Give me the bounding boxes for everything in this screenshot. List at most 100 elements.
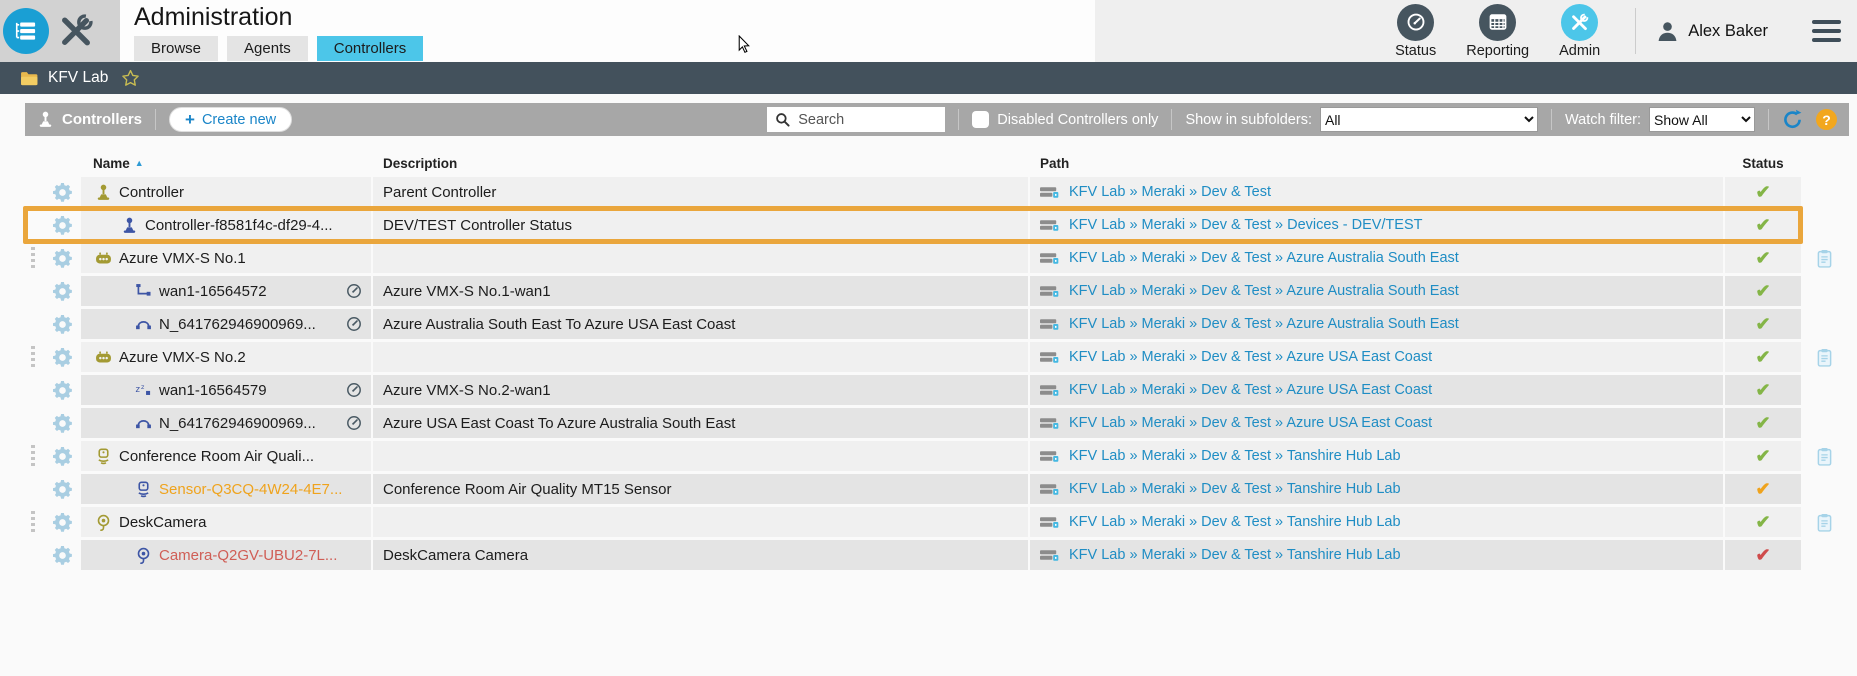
table-row: Azure VMX-S No.1 KFV Lab » Meraki » Dev &… bbox=[25, 243, 1847, 273]
gear-icon[interactable] bbox=[53, 414, 72, 433]
device-icon bbox=[1040, 252, 1061, 265]
path-link[interactable]: KFV Lab » Meraki » Dev & Test » Azure US… bbox=[1069, 382, 1432, 398]
clipboard-icon[interactable] bbox=[1816, 249, 1833, 268]
gear-icon[interactable] bbox=[53, 315, 72, 334]
table-row: Azure VMX-S No.2 KFV Lab » Meraki » Dev &… bbox=[25, 342, 1847, 372]
nav-reporting-label: Reporting bbox=[1466, 42, 1530, 59]
path-link[interactable]: KFV Lab » Meraki » Dev & Test » Tanshire… bbox=[1069, 448, 1401, 464]
column-header-name[interactable]: Name bbox=[93, 156, 130, 171]
clipboard-icon[interactable] bbox=[1816, 513, 1833, 532]
path-cell: KFV Lab » Meraki » Dev & Test » Azure US… bbox=[1030, 342, 1723, 372]
path-link[interactable]: KFV Lab » Meraki » Dev & Test » Tanshire… bbox=[1069, 547, 1401, 563]
gear-cell bbox=[43, 474, 81, 504]
controller-name[interactable]: Camera-Q2GV-UBU2-7L... bbox=[159, 547, 337, 564]
description-cell: Conference Room Air Quality MT15 Sensor bbox=[373, 474, 1028, 504]
column-header-path[interactable]: Path bbox=[1030, 156, 1723, 171]
status-cell: ✔ bbox=[1725, 474, 1801, 504]
nav-reporting[interactable]: Reporting bbox=[1466, 3, 1530, 59]
search-input[interactable] bbox=[796, 110, 938, 129]
logo-block bbox=[0, 0, 120, 62]
path-cell: KFV Lab » Meraki » Dev & Test » Tanshire… bbox=[1030, 507, 1723, 537]
expander-cell bbox=[25, 210, 43, 240]
user-menu[interactable]: Alex Baker bbox=[1656, 20, 1768, 43]
app-logo[interactable] bbox=[3, 8, 49, 54]
hamburger-menu-icon[interactable] bbox=[1812, 19, 1841, 43]
path-link[interactable]: KFV Lab » Meraki » Dev & Test » Tanshire… bbox=[1069, 481, 1401, 497]
gear-icon[interactable] bbox=[53, 183, 72, 202]
clipboard-icon[interactable] bbox=[1816, 447, 1833, 466]
tab-agents[interactable]: Agents bbox=[227, 36, 308, 61]
disabled-controllers-checkbox[interactable] bbox=[972, 111, 990, 128]
gear-icon[interactable] bbox=[53, 249, 72, 268]
controller-name[interactable]: DeskCamera bbox=[119, 514, 207, 531]
controller-name[interactable]: Controller bbox=[119, 184, 184, 201]
description-text: Azure VMX-S No.2-wan1 bbox=[383, 381, 551, 399]
expander-cell bbox=[25, 309, 43, 339]
wan-icon bbox=[135, 283, 152, 300]
create-new-button[interactable]: + Create new bbox=[169, 107, 293, 132]
nav-admin[interactable]: Admin bbox=[1559, 3, 1600, 59]
gear-icon[interactable] bbox=[53, 447, 72, 466]
subfolders-select[interactable]: All bbox=[1319, 107, 1538, 132]
controller-name[interactable]: N_641762946900969... bbox=[159, 415, 316, 432]
divider bbox=[1635, 8, 1637, 54]
path-link[interactable]: KFV Lab » Meraki » Dev & Test » Tanshire… bbox=[1069, 514, 1401, 530]
gear-icon[interactable] bbox=[53, 216, 72, 235]
controller-name[interactable]: N_641762946900969... bbox=[159, 316, 316, 333]
path-link[interactable]: KFV Lab » Meraki » Dev & Test » Devices … bbox=[1069, 217, 1423, 233]
gear-icon[interactable] bbox=[53, 546, 72, 565]
breadcrumb-folder[interactable]: KFV Lab bbox=[48, 69, 108, 87]
netpath-icon bbox=[135, 415, 152, 432]
disabled-controllers-label: Disabled Controllers only bbox=[997, 111, 1159, 128]
controller-name[interactable]: Controller-f8581f4c-df29-4... bbox=[145, 217, 333, 234]
controller-name[interactable]: Conference Room Air Quali... bbox=[119, 448, 314, 465]
path-link[interactable]: KFV Lab » Meraki » Dev & Test » Azure Au… bbox=[1069, 283, 1459, 299]
gear-icon[interactable] bbox=[53, 513, 72, 532]
table-row: N_641762946900969... Azure Australia Sout… bbox=[25, 309, 1847, 339]
watch-filter-select[interactable]: Show All bbox=[1649, 107, 1755, 132]
clipboard-cell bbox=[1801, 408, 1847, 438]
status-check-icon: ✔ bbox=[1755, 182, 1771, 202]
tree-expander[interactable] bbox=[31, 511, 35, 533]
tree-expander[interactable] bbox=[31, 346, 35, 368]
name-cell: N_641762946900969... bbox=[81, 309, 371, 339]
path-cell: KFV Lab » Meraki » Dev & Test » Azure Au… bbox=[1030, 309, 1723, 339]
path-link[interactable]: KFV Lab » Meraki » Dev & Test » Azure Au… bbox=[1069, 250, 1459, 266]
favorite-star-icon[interactable] bbox=[121, 69, 140, 88]
tab-controllers[interactable]: Controllers bbox=[316, 36, 424, 61]
clipboard-cell bbox=[1801, 177, 1847, 207]
description-cell: Azure USA East Coast To Azure Australia … bbox=[373, 408, 1028, 438]
path-link[interactable]: KFV Lab » Meraki » Dev & Test » Azure Au… bbox=[1069, 316, 1459, 332]
column-header-description[interactable]: Description bbox=[373, 156, 1028, 171]
gear-icon[interactable] bbox=[53, 381, 72, 400]
joystick-icon bbox=[121, 217, 138, 234]
tree-expander[interactable] bbox=[31, 445, 35, 467]
controller-name[interactable]: Azure VMX-S No.2 bbox=[119, 349, 246, 366]
path-link[interactable]: KFV Lab » Meraki » Dev & Test » Azure US… bbox=[1069, 349, 1432, 365]
toolbar-title: Controllers bbox=[37, 111, 142, 128]
device-icon bbox=[1040, 384, 1061, 397]
divider bbox=[958, 109, 960, 130]
controller-name[interactable]: wan1-16564572 bbox=[159, 283, 267, 300]
status-check-icon: ✔ bbox=[1755, 347, 1771, 367]
refresh-icon[interactable] bbox=[1782, 109, 1803, 130]
nav-status[interactable]: Status bbox=[1395, 3, 1436, 59]
gear-icon[interactable] bbox=[53, 282, 72, 301]
gear-icon[interactable] bbox=[53, 480, 72, 499]
controller-name[interactable]: Azure VMX-S No.1 bbox=[119, 250, 246, 267]
tree-expander[interactable] bbox=[31, 247, 35, 269]
path-link[interactable]: KFV Lab » Meraki » Dev & Test bbox=[1069, 184, 1271, 200]
clipboard-icon[interactable] bbox=[1816, 348, 1833, 367]
path-link[interactable]: KFV Lab » Meraki » Dev & Test » Azure US… bbox=[1069, 415, 1432, 431]
controller-name[interactable]: wan1-16564579 bbox=[159, 382, 267, 399]
column-header-status[interactable]: Status bbox=[1725, 156, 1801, 171]
camera-icon bbox=[135, 547, 152, 564]
gear-icon[interactable] bbox=[53, 348, 72, 367]
controller-name[interactable]: Sensor-Q3CQ-4W24-4E7... bbox=[159, 481, 342, 498]
robot-icon bbox=[95, 349, 112, 366]
description-cell: DEV/TEST Controller Status bbox=[373, 210, 1028, 240]
help-icon[interactable]: ? bbox=[1816, 109, 1837, 130]
path-cell: KFV Lab » Meraki » Dev & Test » Tanshire… bbox=[1030, 540, 1723, 570]
gear-cell bbox=[43, 276, 81, 306]
tab-browse[interactable]: Browse bbox=[134, 36, 219, 61]
